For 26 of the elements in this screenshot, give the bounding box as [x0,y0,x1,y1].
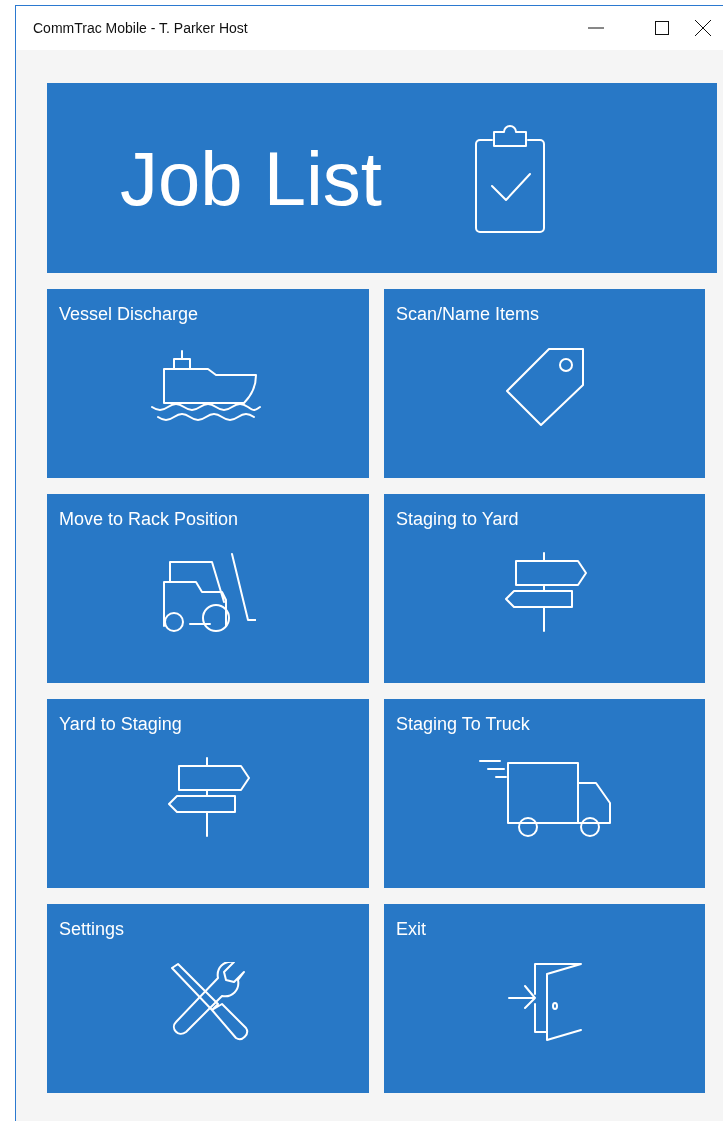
minimize-icon [588,27,604,29]
tile-label: Staging to Yard [396,509,519,530]
signpost-icon [165,755,251,838]
job-list-tile[interactable]: Job List [47,83,717,273]
menu-tile[interactable]: Staging To Truck [384,699,705,888]
tile-label: Move to Rack Position [59,509,239,530]
menu-tile[interactable]: Yard to Staging [47,699,369,888]
menu-tile[interactable]: Vessel Discharge [47,289,369,478]
menu-tile[interactable]: Settings [47,904,369,1093]
close-icon [695,20,711,36]
menu-tile[interactable]: Staging to Yard [384,494,705,683]
tile-label: Staging To Truck [396,714,530,735]
tile-label: Exit [396,919,426,940]
tile-label: Yard to Staging [59,714,182,735]
maximize-icon [655,21,669,35]
door-exit-icon [506,961,583,1042]
forklift-icon [160,551,256,632]
tile-label: Settings [59,919,125,940]
menu-tile[interactable]: Move to Rack Position [47,494,369,683]
menu-tile[interactable]: Scan/Name Items [384,289,705,478]
tag-icon [504,346,585,427]
window-title: CommTrac Mobile - T. Parker Host [33,20,249,36]
tile-title: Job List [120,134,382,222]
menu-tile[interactable]: Exit [384,904,705,1093]
tile-label: Vessel Discharge [59,304,199,325]
tile-label: Scan/Name Items [396,304,540,325]
